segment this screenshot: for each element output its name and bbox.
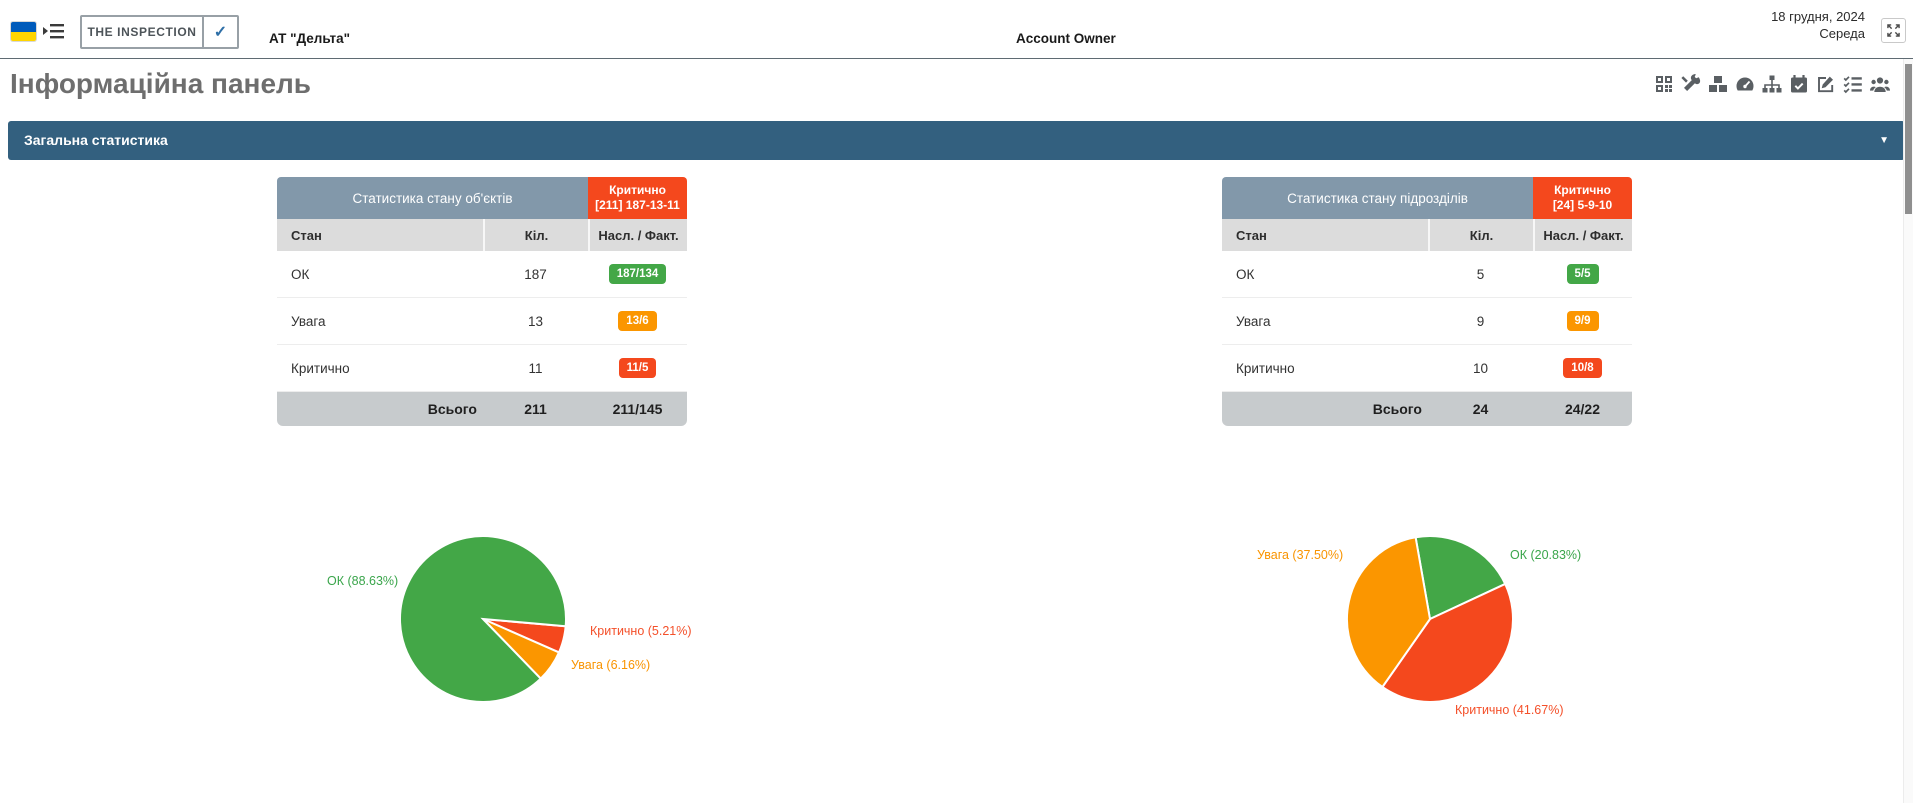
- status-badge: 5/5: [1566, 264, 1599, 284]
- app-logo-text: THE INSPECTION: [87, 25, 197, 39]
- table-title: Статистика стану об'єктів: [277, 177, 588, 219]
- fullscreen-button[interactable]: [1881, 18, 1906, 43]
- scrollbar-track[interactable]: [1903, 59, 1913, 803]
- critical-summary-badge: Критично [24] 5-9-10: [1533, 177, 1632, 219]
- status-badge: 10/8: [1563, 358, 1602, 378]
- status-badge: 11/5: [618, 358, 657, 378]
- table-row: ОК 5 5/5: [1222, 251, 1632, 298]
- pie-label-critical: Критично (41.67%): [1455, 703, 1564, 717]
- date-block: 18 грудня, 2024 Середа: [1771, 8, 1865, 42]
- table-row: ОК 187 187/134: [277, 251, 687, 298]
- tools-icon[interactable]: [1681, 74, 1701, 94]
- sidebar-toggle-icon[interactable]: [41, 20, 65, 42]
- tachometer-icon[interactable]: [1735, 74, 1755, 94]
- table-row: Критично 11 11/5: [277, 345, 687, 392]
- page-title: Інформаційна панель: [10, 68, 312, 99]
- date-text: 18 грудня, 2024: [1771, 9, 1865, 24]
- units-status-table: Статистика стану підрозділів Критично [2…: [1222, 177, 1632, 426]
- table-header: Статистика стану об'єктів Критично [211]…: [277, 177, 687, 219]
- pie-label-warning: Увага (6.16%): [571, 658, 651, 672]
- table-footer: Всього 24 24/22: [1222, 392, 1632, 426]
- calendar-check-icon[interactable]: [1789, 74, 1809, 94]
- pie-label-ok: ОК (20.83%): [1510, 548, 1582, 562]
- column-header-row: Стан Кіл. Насл. / Факт.: [277, 219, 687, 251]
- table-header: Статистика стану підрозділів Критично [2…: [1222, 177, 1632, 219]
- column-header-row: Стан Кіл. Насл. / Факт.: [1222, 219, 1632, 251]
- table-row: Увага 9 9/9: [1222, 298, 1632, 345]
- units-pie-chart: [1330, 519, 1530, 719]
- cubes-icon[interactable]: [1708, 74, 1728, 94]
- app-logo[interactable]: THE INSPECTION ✓: [80, 15, 239, 49]
- table-footer: Всього 211 211/145: [277, 392, 687, 426]
- weekday-text: Середа: [1819, 26, 1865, 41]
- status-badge: 9/9: [1566, 311, 1599, 331]
- top-bar: THE INSPECTION ✓ АТ "Дельта" Account Own…: [0, 0, 1913, 59]
- status-badge: 13/6: [618, 311, 657, 331]
- edit-icon[interactable]: [1816, 74, 1836, 94]
- objects-pie-chart: [383, 519, 583, 719]
- logo-check-icon: ✓: [202, 17, 237, 47]
- pie-label-ok: ОК (88.63%): [327, 574, 399, 588]
- critical-summary-badge: Критично [211] 187-13-11: [588, 177, 687, 219]
- users-icon[interactable]: [1870, 74, 1890, 94]
- pie-label-warning: Увага (37.50%): [1257, 548, 1344, 562]
- scrollbar-thumb[interactable]: [1905, 64, 1912, 214]
- objects-status-table: Статистика стану об'єктів Критично [211]…: [277, 177, 687, 426]
- panel-general-statistics[interactable]: Загальна статистика ▼: [8, 121, 1905, 160]
- panel-title: Загальна статистика: [24, 132, 168, 148]
- qrcode-icon[interactable]: [1654, 74, 1674, 94]
- company-name: АТ "Дельта": [269, 31, 350, 46]
- table-row: Критично 10 10/8: [1222, 345, 1632, 392]
- chevron-down-icon[interactable]: ▼: [1879, 121, 1889, 160]
- expand-arrows-icon: [1887, 24, 1900, 37]
- table-row: Увага 13 13/6: [277, 298, 687, 345]
- ukraine-flag-icon[interactable]: [11, 22, 36, 41]
- tasks-icon[interactable]: [1843, 74, 1863, 94]
- pie-label-critical: Критично (5.21%): [590, 624, 692, 638]
- status-badge: 187/134: [608, 264, 667, 284]
- dashboard-toolbar: [1654, 74, 1890, 94]
- table-title: Статистика стану підрозділів: [1222, 177, 1533, 219]
- account-owner-label: Account Owner: [1016, 31, 1116, 46]
- sitemap-icon[interactable]: [1762, 74, 1782, 94]
